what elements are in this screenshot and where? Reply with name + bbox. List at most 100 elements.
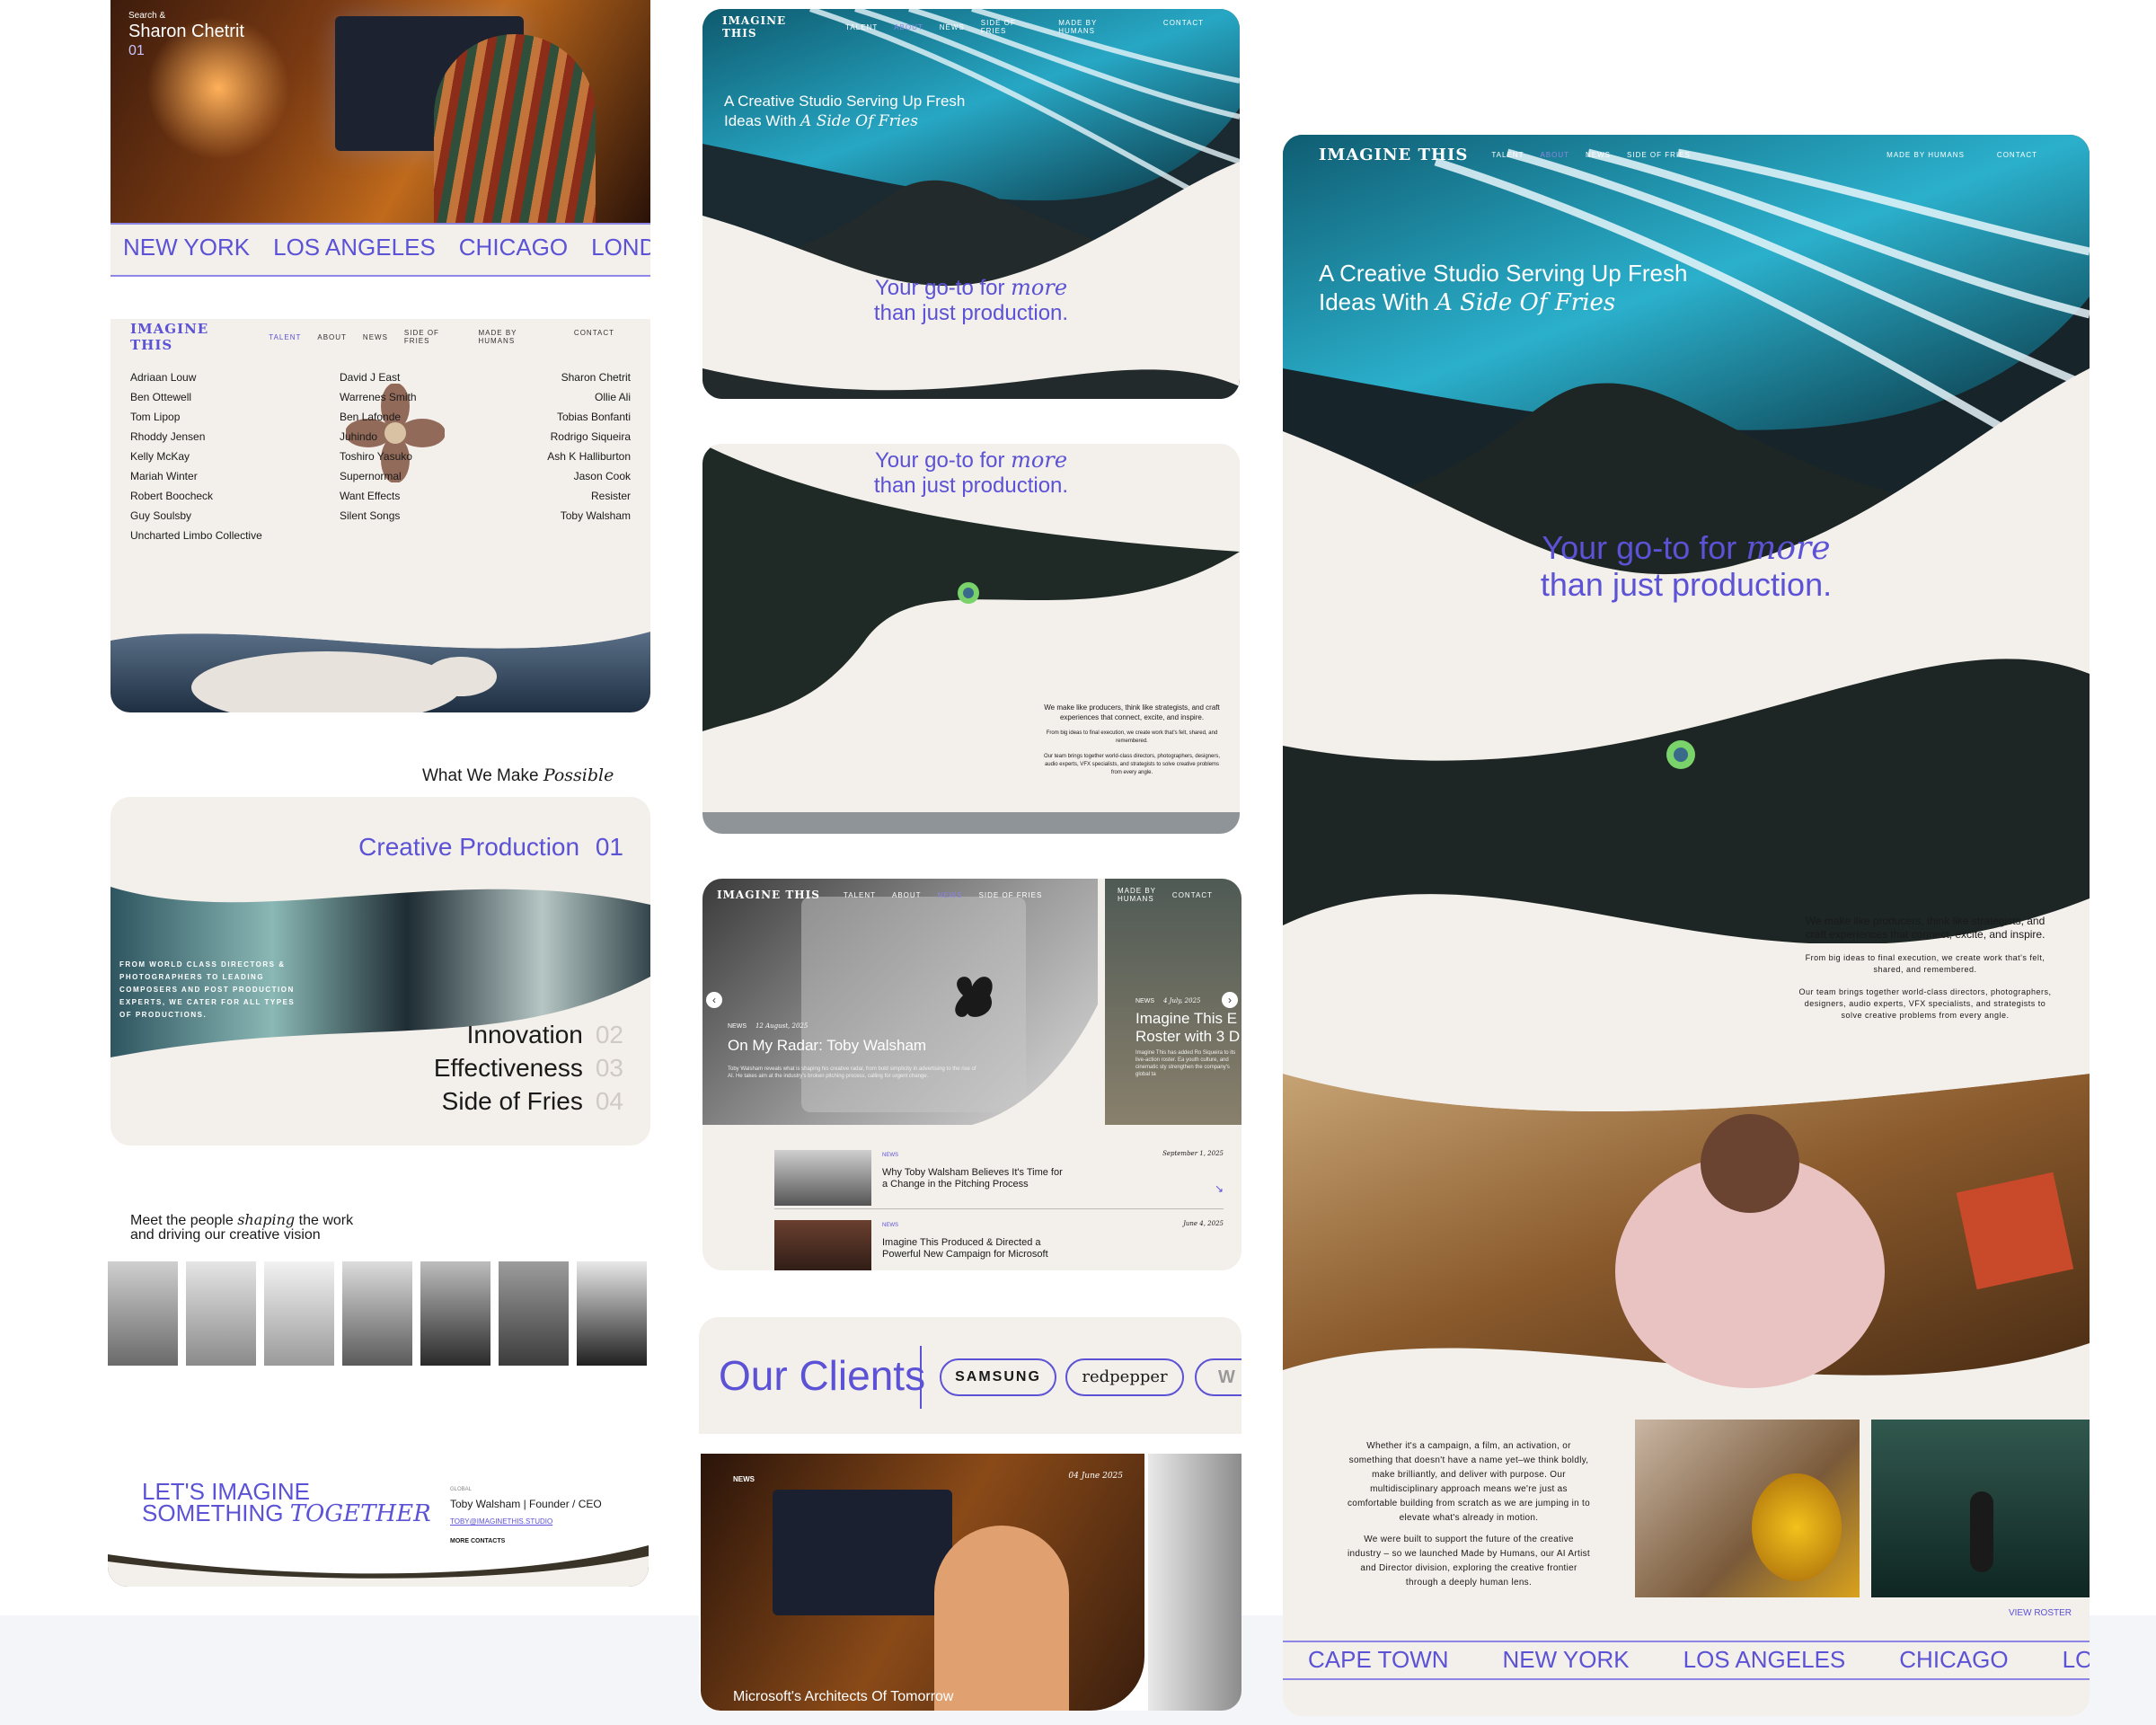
nav-about[interactable]: ABOUT <box>1540 151 1569 159</box>
talent-link[interactable]: Rhoddy Jensen <box>130 427 262 447</box>
nav-made-by-humans[interactable]: MADE BY HUMANS <box>1058 19 1131 35</box>
about-card-small: Your go-to for more than just production… <box>702 444 1240 834</box>
nav-side-of-fries[interactable]: SIDE OF FRIES <box>981 19 1042 35</box>
logo[interactable]: IMAGINE THIS <box>717 889 820 901</box>
service-item[interactable]: Innovation 02 <box>434 1018 623 1051</box>
video-name: Sharon Chetrit <box>128 22 244 41</box>
talent-link[interactable]: Ben Ottewell <box>130 387 262 407</box>
intro-p2: Our team brings together world-class dir… <box>1798 987 2052 1020</box>
talent-link[interactable]: Ollie Ali <box>547 387 631 407</box>
talent-link[interactable]: Resister <box>547 486 631 506</box>
client-logo[interactable]: redpepper <box>1065 1358 1184 1396</box>
talent-link[interactable]: Ash K Halliburton <box>547 447 631 466</box>
people-heading: Meet the people shaping the work and dri… <box>130 1213 353 1243</box>
nav-news[interactable]: NEWS <box>1586 151 1611 159</box>
talent-link[interactable]: Supernormal <box>340 466 417 486</box>
talent-link[interactable]: Toby Walsham <box>547 506 631 526</box>
talent-link[interactable]: Warrenes Smith <box>340 387 417 407</box>
team-photo[interactable] <box>499 1261 569 1366</box>
nav-side-of-fries[interactable]: SIDE OF FRIES <box>979 891 1043 899</box>
talent-link[interactable]: Toshiro Yasuko <box>340 447 417 466</box>
team-photo[interactable] <box>342 1261 412 1366</box>
nav-contact[interactable]: CONTACT <box>1997 151 2037 159</box>
talent-link[interactable]: Jason Cook <box>547 466 631 486</box>
talent-link[interactable]: Rodrigo Siqueira <box>547 427 631 447</box>
news-side[interactable]: MADE BY HUMANS CONTACT › NEWS 4 July, 20… <box>1105 879 1241 1125</box>
nav-talent[interactable]: TALENT <box>1491 151 1524 159</box>
tagline: Your go-to for more than just production… <box>702 447 1240 499</box>
talent-link[interactable]: David J East <box>340 367 417 387</box>
city-label: NEW YORK <box>123 234 251 261</box>
talent-link[interactable]: Kelly McKay <box>130 447 262 466</box>
nav-made-by-humans[interactable]: MADE BY HUMANS <box>479 329 542 345</box>
service-active[interactable]: Creative Production 01 <box>358 833 623 862</box>
news-title-line1: Imagine This E <box>1135 1010 1238 1027</box>
news-title[interactable]: Imagine This E Roster with 3 D <box>1135 1010 1240 1046</box>
talent-link[interactable]: Mariah Winter <box>130 466 262 486</box>
team-photo[interactable] <box>186 1261 256 1366</box>
talent-link[interactable]: Ben Lafonde <box>340 407 417 427</box>
tagline-italic: more <box>1745 530 1831 567</box>
team-photo[interactable] <box>577 1261 647 1366</box>
arrow-icon[interactable]: ↘ <box>1215 1182 1224 1195</box>
client-logo[interactable]: W <box>1195 1358 1241 1396</box>
services-heading-text: What We Make <box>422 766 539 785</box>
city-label: LONDON <box>2062 1646 2090 1673</box>
view-roster-link[interactable]: VIEW ROSTER <box>2009 1608 2072 1618</box>
logo[interactable]: IMAGINE THIS <box>722 14 822 40</box>
nav-talent[interactable]: TALENT <box>844 891 876 899</box>
nav-made-by-humans[interactable]: MADE BY HUMANS <box>1118 887 1156 903</box>
slider-next-button[interactable]: › <box>1222 992 1238 1008</box>
service-item[interactable]: Side of Fries 04 <box>434 1084 623 1118</box>
nav-contact[interactable]: CONTACT <box>574 329 614 345</box>
contact-email[interactable]: TOBY@IMAGINETHIS.STUDIO <box>450 1515 602 1529</box>
talent-link[interactable]: Uncharted Limbo Collective <box>130 526 262 545</box>
nav-talent[interactable]: TALENT <box>845 23 878 31</box>
news-card-image[interactable]: NEWS 04 June 2025 Microsoft's Architects… <box>701 1454 1144 1711</box>
news-thumb <box>774 1220 871 1270</box>
nav-talent[interactable]: TALENT <box>269 333 301 341</box>
nav-contact[interactable]: CONTACT <box>1172 891 1213 899</box>
talent-link[interactable]: Guy Soulsby <box>130 506 262 526</box>
talent-link[interactable]: Sharon Chetrit <box>547 367 631 387</box>
nav-about[interactable]: ABOUT <box>317 333 347 341</box>
nav-side-of-fries[interactable]: SIDE OF FRIES <box>1627 151 1691 159</box>
talent-link[interactable]: Tobias Bonfanti <box>547 407 631 427</box>
slider-prev-button[interactable]: ‹ <box>706 992 722 1008</box>
talent-link[interactable]: Want Effects <box>340 486 417 506</box>
people-heading-italic: shaping <box>237 1211 296 1228</box>
nav-about[interactable]: ABOUT <box>894 23 923 31</box>
talent-link[interactable]: Tom Lipop <box>130 407 262 427</box>
news-list-item[interactable]: NEWS Why Toby Walsham Believes It's Time… <box>774 1150 1224 1209</box>
talent-link[interactable]: Juhindo <box>340 427 417 447</box>
logo[interactable]: IMAGINE THIS <box>1319 146 1468 164</box>
news-card-next[interactable] <box>1148 1454 1241 1711</box>
news-title[interactable]: Microsoft's Architects Of Tomorrow <box>733 1689 953 1705</box>
team-photo[interactable] <box>420 1261 490 1366</box>
client-logo[interactable]: SAMSUNG <box>940 1358 1056 1396</box>
news-feature[interactable]: IMAGINE THIS TALENT ABOUT NEWS SIDE OF F… <box>702 879 1098 1125</box>
talent-link[interactable]: Silent Songs <box>340 506 417 526</box>
team-photo[interactable] <box>264 1261 334 1366</box>
nav-news[interactable]: NEWS <box>940 23 965 31</box>
team-photo[interactable] <box>108 1261 178 1366</box>
service-item[interactable]: Effectiveness 03 <box>434 1051 623 1084</box>
video-card[interactable]: Search & Sharon Chetrit 01 NEW YORK LOS … <box>110 0 650 277</box>
nav-contact[interactable]: CONTACT <box>1163 19 1204 35</box>
nav-side-of-fries[interactable]: SIDE OF FRIES <box>404 329 463 345</box>
intro-block: We make like producers, think like strat… <box>1795 915 2055 1022</box>
news-list-item[interactable]: NEWS Imagine This Produced & Directed a … <box>774 1220 1224 1270</box>
news-title[interactable]: On My Radar: Toby Walsham <box>728 1037 926 1055</box>
talent-roster-card: IMAGINE THIS TALENT ABOUT NEWS SIDE OF F… <box>110 319 650 712</box>
logo[interactable]: IMAGINE THIS <box>130 321 245 353</box>
nav-news[interactable]: NEWS <box>938 891 963 899</box>
hero-title-italic: A Side Of Fries <box>1436 289 1616 316</box>
video-num: 01 <box>128 43 145 58</box>
nav-news[interactable]: NEWS <box>363 333 388 341</box>
service-num: 04 <box>595 1087 623 1115</box>
nav-about[interactable]: ABOUT <box>892 891 922 899</box>
nav-made-by-humans[interactable]: MADE BY HUMANS <box>1886 151 1965 159</box>
talent-link[interactable]: Adriaan Louw <box>130 367 262 387</box>
talent-link[interactable]: Robert Boocheck <box>130 486 262 506</box>
tagline: Your go-to for more than just production… <box>1283 530 2090 603</box>
